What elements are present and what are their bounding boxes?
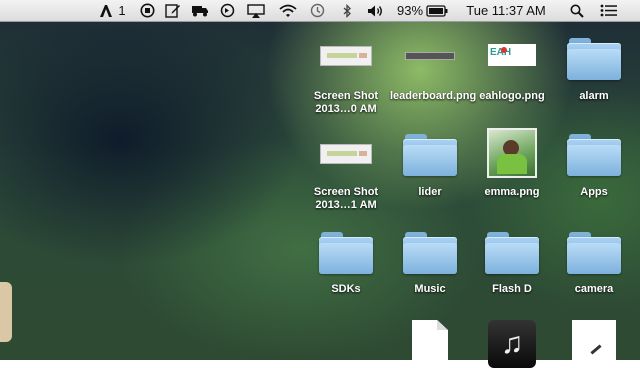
wifi-icon[interactable] — [278, 0, 298, 21]
folder-icon — [403, 232, 457, 274]
screenshot-thumbnail-icon — [320, 144, 372, 164]
desktop-item-apps[interactable]: Apps — [554, 130, 634, 210]
desktop-item-label: Apps — [580, 186, 608, 198]
volume-icon[interactable] — [366, 0, 386, 21]
desktop-item-label: emma.png — [484, 186, 540, 198]
desktop-item-leaderboard[interactable]: leaderboard.png — [390, 38, 477, 118]
menubar-clock[interactable]: Tue 11:37 AM — [458, 0, 554, 21]
desktop-item-label: lider — [418, 186, 442, 198]
window-edge — [0, 282, 12, 342]
desktop-item-camera[interactable]: camera — [554, 228, 634, 298]
photo-thumbnail-icon — [487, 128, 537, 178]
desktop-item-label: Music — [414, 283, 446, 295]
battery-percent[interactable]: 93% — [396, 0, 424, 21]
menu-bar: 1 93% Tue 11:37 AM — [0, 0, 640, 22]
desktop-item-label: Screen Shot 2013…0 AM — [313, 90, 379, 115]
desktop-item-label: SDKs — [331, 283, 361, 295]
record-stop-icon[interactable] — [138, 0, 156, 21]
desktop-item-sdks[interactable]: SDKs — [306, 228, 386, 298]
desktop-item-label: eahlogo.png — [479, 90, 545, 102]
image-thumbnail-icon — [405, 52, 455, 60]
paper-document-icon — [572, 320, 616, 368]
notification-center-icon[interactable] — [598, 0, 620, 21]
spotlight-search-icon[interactable] — [568, 0, 586, 21]
desktop-item-screenshot-2[interactable]: Screen Shot 2013…1 AM — [306, 130, 386, 211]
adobe-icon[interactable] — [98, 0, 114, 21]
battery-icon[interactable] — [425, 0, 449, 21]
folder-icon — [485, 232, 539, 274]
input-source-indicator[interactable]: 1 — [116, 0, 128, 21]
desktop-item-screenshot-1[interactable]: Screen Shot 2013…0 AM — [306, 38, 386, 118]
desktop-item-document[interactable] — [390, 318, 470, 366]
desktop-item-itunes[interactable]: ♫ — [472, 318, 552, 368]
desktop-item-label: leaderboard.png — [390, 90, 477, 102]
desktop-item-label: Flash D — [492, 283, 532, 295]
document-icon — [412, 320, 448, 366]
folder-icon — [403, 134, 457, 176]
edit-pencil-icon[interactable] — [164, 0, 182, 21]
desktop-item-label: alarm — [579, 90, 609, 102]
desktop-item-music[interactable]: Music — [390, 228, 470, 298]
folder-icon — [567, 38, 621, 80]
desktop-item-label: Screen Shot 2013…1 AM — [313, 186, 379, 211]
desktop-item-paper[interactable] — [554, 318, 634, 368]
desktop-item-eahlogo[interactable]: EAH eahlogo.png — [472, 38, 552, 118]
desktop-item-emma[interactable]: emma.png — [472, 126, 552, 206]
bluetooth-icon[interactable] — [340, 0, 354, 21]
folder-icon — [567, 134, 621, 176]
desktop-item-alarm[interactable]: alarm — [554, 38, 634, 118]
sync-icon[interactable] — [218, 0, 236, 21]
time-machine-icon[interactable] — [308, 0, 326, 21]
truck-icon[interactable] — [190, 0, 210, 21]
folder-icon — [319, 232, 373, 274]
image-thumbnail-icon: EAH — [488, 44, 536, 66]
desktop-item-flash-d[interactable]: Flash D — [472, 228, 552, 298]
desktop-item-label: camera — [574, 283, 614, 295]
desktop-item-lider[interactable]: lider — [390, 130, 470, 210]
itunes-music-icon: ♫ — [488, 320, 536, 368]
airplay-icon[interactable] — [246, 0, 266, 21]
screenshot-thumbnail-icon — [320, 46, 372, 66]
folder-icon — [567, 232, 621, 274]
